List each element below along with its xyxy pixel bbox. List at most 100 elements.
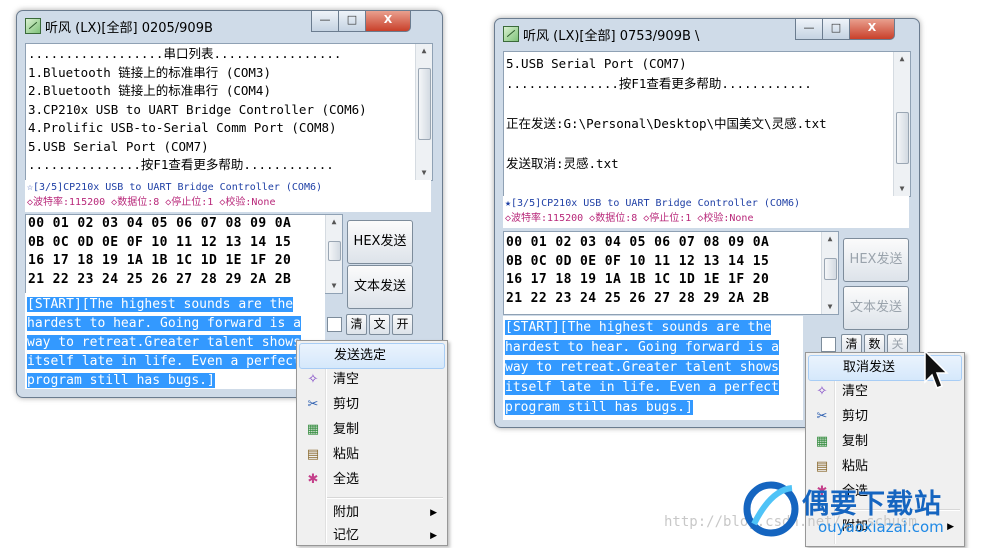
hex-line: 16 17 18 19 1A 1B 1C 1D 1E 1F 20 <box>28 253 292 268</box>
text-mode-button[interactable]: 文 <box>369 314 390 335</box>
port-status: ☆[3/5]CP210x USB to UART Bridge Controll… <box>25 180 431 212</box>
port-list-line: ...............按F1查看更多帮助............ <box>28 157 334 172</box>
scroll-down-icon[interactable]: ▼ <box>416 166 432 180</box>
clear-button[interactable]: 清 <box>346 314 367 335</box>
log-pane[interactable]: 5.USB Serial Port (COM7) ...............… <box>503 51 911 197</box>
logo-mark-icon <box>743 481 799 537</box>
hex-scrollbar[interactable]: ▲ ▼ <box>821 232 838 314</box>
hex-line: 21 22 23 24 25 26 27 28 29 2A 2B <box>28 271 292 287</box>
scroll-down-icon[interactable]: ▼ <box>894 182 910 196</box>
open-port-button[interactable]: 开 <box>392 314 413 335</box>
menu-item-clear[interactable]: ✧ 清空 <box>299 368 445 392</box>
text-send-button[interactable]: 文本发送 <box>843 286 909 330</box>
menu-item-select-all[interactable]: ✱ 全选 <box>299 468 445 492</box>
menu-item-paste[interactable]: ▤ 粘贴 <box>299 443 445 467</box>
selected-text-line: [START][The highest sounds are the <box>27 297 294 312</box>
selected-text-line: way to retreat.Greater talent shows <box>27 335 301 350</box>
scroll-up-icon[interactable]: ▲ <box>416 44 432 58</box>
selected-text-line: program still has bugs.] <box>505 400 693 415</box>
option-checkbox[interactable] <box>327 317 342 332</box>
log-line: 5.USB Serial Port (COM7) <box>506 56 687 71</box>
paste-icon: ▤ <box>306 447 320 462</box>
mouse-cursor-icon <box>924 350 949 389</box>
port-list-line: 3.CP210x USB to UART Bridge Controller (… <box>28 101 367 117</box>
minimize-button[interactable]: — <box>311 11 339 32</box>
send-text-pane[interactable]: [START][The highest sounds are the harde… <box>503 316 803 420</box>
submenu-arrow-icon: ▶ <box>430 508 437 518</box>
menu-item-copy[interactable]: ▦ 复制 <box>808 430 962 454</box>
menu-item-memory[interactable]: 记忆 ▶ <box>299 524 445 548</box>
option-checkbox[interactable] <box>821 337 836 352</box>
selected-text-line: itself late in life. Even a perfect <box>27 354 301 369</box>
logo-cn-text: 偶要下载站 <box>802 489 942 520</box>
hex-line: 0B 0C 0D 0E 0F 10 11 12 13 14 15 <box>506 253 770 269</box>
hex-send-button[interactable]: HEX发送 <box>843 238 909 282</box>
close-button[interactable]: X <box>365 11 411 32</box>
port-status: ★[3/5]CP210x USB to UART Bridge Controll… <box>503 196 909 228</box>
hex-line: 00 01 02 03 04 05 06 07 08 09 0A <box>28 216 292 231</box>
selected-text-line: way to retreat.Greater talent shows <box>505 360 779 375</box>
hex-line: 0B 0C 0D 0E 0F 10 11 12 13 14 15 <box>28 234 292 250</box>
hex-scrollbar[interactable]: ▲ ▼ <box>325 215 342 293</box>
menu-item-append[interactable]: 附加 ▶ <box>299 501 445 525</box>
port-status-line: ☆[3/5]CP210x USB to UART Bridge Controll… <box>27 182 323 193</box>
port-list-pane[interactable]: ..................串口列表................. … <box>25 43 433 181</box>
hex-pane[interactable]: 00 01 02 03 04 05 06 07 08 09 0A 0B 0C 0… <box>25 214 343 294</box>
hex-line: 16 17 18 19 1A 1B 1C 1D 1E 1F 20 <box>506 272 770 287</box>
menu-item-copy[interactable]: ▦ 复制 <box>299 418 445 442</box>
selected-text-line: program still has bugs.] <box>27 373 215 388</box>
maximize-button[interactable]: □ <box>338 11 366 32</box>
scroll-up-icon[interactable]: ▲ <box>822 232 838 246</box>
copy-icon: ▦ <box>815 434 829 449</box>
hex-send-button[interactable]: HEX发送 <box>347 220 413 264</box>
selected-text-line: itself late in life. Even a perfect <box>505 380 779 395</box>
scroll-down-icon[interactable]: ▼ <box>822 300 838 314</box>
scroll-down-icon[interactable]: ▼ <box>326 279 342 293</box>
left-titlebar[interactable]: 听风 (LX)[全部] 0205/909B — □ X <box>17 11 442 41</box>
maximize-button[interactable]: □ <box>822 19 850 40</box>
selected-text-line: hardest to hear. Going forward is a <box>505 340 779 355</box>
scroll-thumb[interactable] <box>896 112 909 164</box>
port-list-line: 2.Bluetooth 链接上的标准串行 (COM4) <box>28 83 271 98</box>
close-button[interactable]: X <box>849 19 895 40</box>
log-scrollbar[interactable]: ▲ ▼ <box>893 52 910 196</box>
port-status-line: ★[3/5]CP210x USB to UART Bridge Controll… <box>505 198 801 209</box>
log-line: ...............按F1查看更多帮助............ <box>506 76 812 91</box>
port-list-scrollbar[interactable]: ▲ ▼ <box>415 44 432 180</box>
scroll-up-icon[interactable]: ▲ <box>894 52 910 66</box>
minimize-button[interactable]: — <box>795 19 823 40</box>
port-list-line: 5.USB Serial Port (COM7) <box>28 138 209 154</box>
send-text-pane[interactable]: [START][The highest sounds are the harde… <box>25 293 325 389</box>
text-send-button[interactable]: 文本发送 <box>347 265 413 309</box>
scissors-icon: ✂ <box>816 409 828 424</box>
selected-text-line: [START][The highest sounds are the <box>505 320 772 335</box>
scroll-thumb[interactable] <box>328 241 341 261</box>
select-all-icon: ✱ <box>307 472 319 487</box>
menu-item-paste[interactable]: ▤ 粘贴 <box>808 455 962 479</box>
submenu-arrow-icon: ▶ <box>430 531 437 541</box>
window-title: 听风 (LX)[全部] 0205/909B <box>45 21 213 36</box>
logo-en-text: ouyaoxiazai.com <box>818 518 944 536</box>
port-list-line: 4.Prolific USB-to-Serial Comm Port (COM8… <box>28 120 337 135</box>
scissors-icon: ✂ <box>307 397 319 412</box>
clear-icon: ✧ <box>816 384 828 399</box>
scroll-thumb[interactable] <box>824 258 837 280</box>
menu-item-cut[interactable]: ✂ 剪切 <box>299 393 445 417</box>
selected-text-line: hardest to hear. Going forward is a <box>27 316 301 331</box>
copy-icon: ▦ <box>306 422 320 437</box>
hex-line: 00 01 02 03 04 05 06 07 08 09 0A <box>506 235 770 250</box>
hex-line: 21 22 23 24 25 26 27 28 29 2A 2B <box>506 290 770 306</box>
log-line: 正在发送:G:\Personal\Desktop\中国美文\灵感.txt <box>506 116 827 131</box>
window-title: 听风 (LX)[全部] 0753/909B \ <box>523 29 700 44</box>
menu-item-send-selected[interactable]: 发送选定 <box>299 343 445 369</box>
right-titlebar[interactable]: 听风 (LX)[全部] 0753/909B \ — □ X <box>495 19 919 49</box>
app-icon <box>25 18 41 34</box>
site-logo: 偶要下载站 ouyaoxiazai.com <box>742 478 982 540</box>
log-line: 发送取消:灵感.txt <box>506 156 619 171</box>
menu-item-cut[interactable]: ✂ 剪切 <box>808 405 962 429</box>
hex-pane[interactable]: 00 01 02 03 04 05 06 07 08 09 0A 0B 0C 0… <box>503 231 839 315</box>
port-list-line: ..................串口列表................. <box>28 46 342 61</box>
scroll-thumb[interactable] <box>418 68 431 140</box>
scroll-up-icon[interactable]: ▲ <box>326 215 342 229</box>
